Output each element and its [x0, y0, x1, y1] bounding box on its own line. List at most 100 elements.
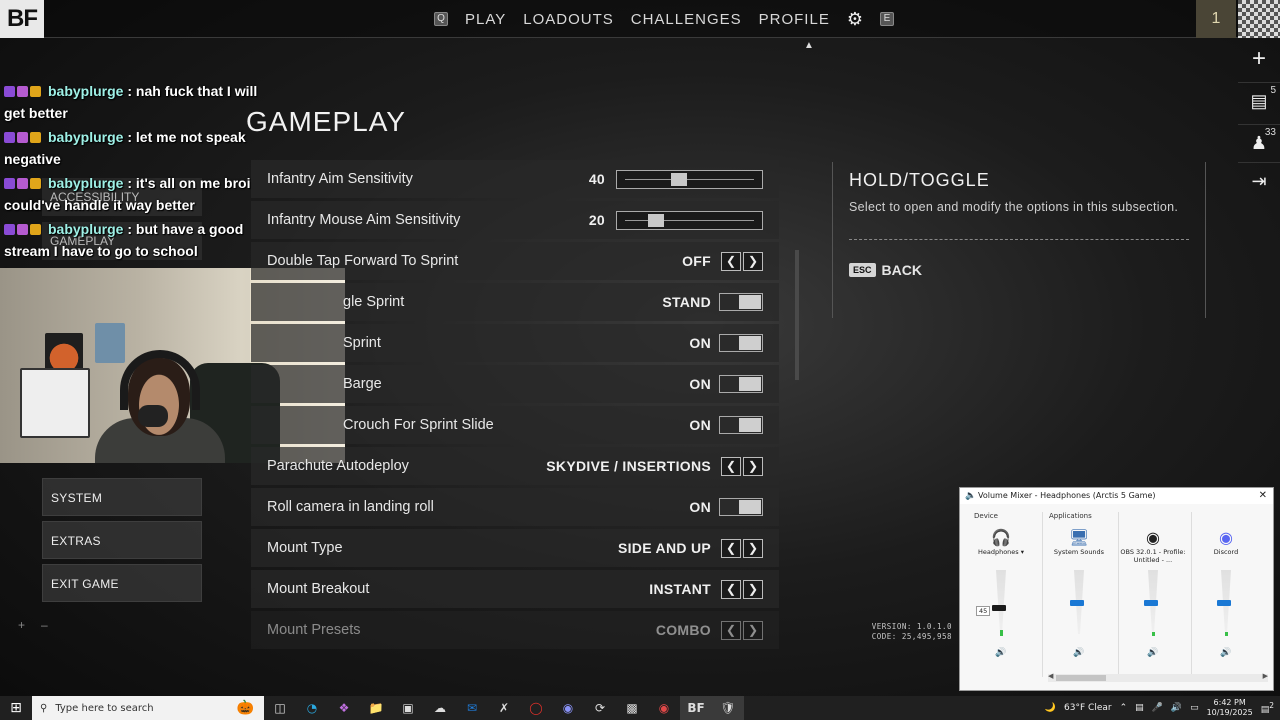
discord-volume-slider[interactable] — [1217, 570, 1233, 640]
chevron-left-icon[interactable]: ❮ — [721, 456, 741, 476]
obs-volume-slider[interactable] — [1144, 570, 1160, 640]
squad-icon[interactable]: ♟ 33 — [1238, 124, 1280, 162]
app-icon[interactable]: ◉ — [648, 696, 680, 720]
mute-discord-icon[interactable]: 🔊 — [1191, 648, 1261, 658]
app-icon[interactable]: ⟳ — [584, 696, 616, 720]
store-icon[interactable]: ▣ — [392, 696, 424, 720]
settings-scrollbar[interactable] — [795, 250, 799, 380]
nav-profile[interactable]: PROFILE — [759, 11, 830, 28]
device-name[interactable]: Headphones ▾ — [966, 548, 1036, 564]
scroll-right-icon[interactable]: ▶ — [1263, 672, 1268, 680]
battery-icon[interactable]: ▭ — [1190, 703, 1199, 713]
toggle-switch[interactable] — [719, 293, 763, 311]
mute-device-icon[interactable]: 🔊 — [966, 648, 1036, 658]
setting-label: Mount Presets — [267, 622, 361, 638]
nav-left-key: Q — [434, 12, 448, 26]
player-emblem[interactable] — [1238, 0, 1280, 38]
setting-row[interactable]: Crouch For Sprint Slide ON — [251, 406, 779, 444]
edge-icon[interactable]: ◔ — [296, 696, 328, 720]
sensitivity-slider[interactable] — [616, 210, 763, 230]
setting-row[interactable]: Mount Presets COMBO ❮ ❯ — [251, 611, 779, 649]
toggle-switch[interactable] — [719, 498, 763, 516]
chevron-right-icon[interactable]: ❯ — [743, 538, 763, 558]
setting-row[interactable]: gle Sprint STAND — [251, 283, 779, 321]
chevron-left-icon[interactable]: ❮ — [721, 251, 741, 271]
rank-badge[interactable]: 1 — [1196, 0, 1236, 38]
setting-row[interactable]: Mount Type SIDE AND UP ❮ ❯ — [251, 529, 779, 567]
sensitivity-slider[interactable] — [616, 169, 763, 189]
volume-icon[interactable]: 🔊 — [1171, 703, 1182, 713]
microphone-icon[interactable]: 🎤 — [1152, 703, 1163, 713]
windows-start-icon[interactable]: ⊞ — [0, 700, 32, 716]
setting-label: Parachute Autodeploy — [267, 458, 409, 474]
toggle-switch[interactable] — [719, 416, 763, 434]
slider-thumb[interactable] — [648, 213, 664, 227]
notifications-icon[interactable]: ▤2 — [1261, 701, 1274, 715]
mixer-horizontal-scrollbar[interactable]: ◀ ▶ — [1048, 672, 1268, 682]
app-icon[interactable]: ▩ — [616, 696, 648, 720]
setting-value: ON — [689, 417, 711, 433]
menu-extras[interactable]: EXTRAS — [42, 521, 202, 559]
nav-play[interactable]: PLAY — [465, 11, 506, 28]
opera-icon[interactable]: ◯ — [520, 696, 552, 720]
network-icon[interactable]: ▤ — [1135, 703, 1144, 713]
discord-taskbar-icon[interactable]: ◉ — [552, 696, 584, 720]
gear-icon[interactable]: ⚙ — [847, 9, 863, 30]
plus-icon[interactable]: + — [1238, 40, 1280, 78]
chevron-right-icon[interactable]: ❯ — [743, 456, 763, 476]
chevron-right-icon[interactable]: ❯ — [743, 579, 763, 599]
scroll-left-icon[interactable]: ◀ — [1048, 672, 1053, 680]
taskbar-search[interactable]: ⚲ Type here to search 🎃 — [32, 696, 264, 720]
volume-mixer-taskbar-icon[interactable]: 🛡 — [712, 696, 744, 720]
device-volume-slider[interactable] — [992, 570, 1008, 640]
close-icon[interactable]: ✕ — [1259, 488, 1267, 504]
setting-row[interactable]: Infantry Aim Sensitivity 40 — [251, 160, 779, 198]
mixer-app-channel: ◉ OBS 32.0.1 - Profile: Untitled - ... 🔊 — [1118, 528, 1188, 658]
chevron-right-icon[interactable]: ❯ — [743, 251, 763, 271]
exit-icon[interactable]: ⇥ — [1238, 162, 1280, 200]
device-volume-readout: 45 — [976, 606, 991, 616]
chevron-left-icon[interactable]: ❮ — [721, 620, 741, 640]
app-icon[interactable]: ☁ — [424, 696, 456, 720]
chevron-left-icon[interactable]: ❮ — [721, 538, 741, 558]
setting-value: ON — [689, 499, 711, 515]
device-section-label: Device — [974, 512, 998, 520]
setting-row[interactable]: Sprint ON — [251, 324, 779, 362]
chevron-left-icon[interactable]: ❮ — [721, 579, 741, 599]
tray-chevron-icon[interactable]: ⌃ — [1120, 703, 1128, 713]
inbox-icon[interactable]: ▤ 5 — [1238, 82, 1280, 120]
active-tab-caret-icon: ▲ — [804, 40, 814, 51]
weather-text[interactable]: 63°F Clear — [1064, 703, 1112, 713]
battlefield-taskbar-icon[interactable]: BF — [680, 696, 712, 720]
task-view-icon[interactable]: ◫ — [264, 696, 296, 720]
toggle-switch[interactable] — [719, 334, 763, 352]
menu-exit-game[interactable]: EXIT GAME — [42, 564, 202, 602]
outlook-icon[interactable]: ✉ — [456, 696, 488, 720]
nav-challenges[interactable]: CHALLENGES — [631, 11, 742, 28]
setting-label: Mount Type — [267, 540, 343, 556]
system-sounds-volume-slider[interactable] — [1070, 570, 1086, 640]
setting-row[interactable]: Barge ON — [251, 365, 779, 403]
slider-thumb[interactable] — [671, 172, 687, 186]
chevron-right-icon[interactable]: ❯ — [743, 620, 763, 640]
setting-row[interactable]: Mount Breakout INSTANT ❮ ❯ — [251, 570, 779, 608]
weather-icon: 🌙 — [1044, 703, 1057, 713]
chat-message: babyplurge : it's all on me broi could'v… — [4, 175, 251, 213]
mute-obs-icon[interactable]: 🔊 — [1118, 648, 1188, 658]
setting-row[interactable]: Roll camera in landing roll ON — [251, 488, 779, 526]
file-explorer-icon[interactable]: 📁 — [360, 696, 392, 720]
nav-loadouts[interactable]: LOADOUTS — [523, 11, 614, 28]
menu-system[interactable]: SYSTEM — [42, 478, 202, 516]
setting-row[interactable]: Double Tap Forward To Sprint OFF ❮ ❯ — [251, 242, 779, 280]
info-panel: HOLD/TOGGLE Select to open and modify th… — [832, 162, 1206, 318]
nav-right-key: E — [879, 12, 894, 26]
setting-value: OFF — [682, 253, 711, 269]
setting-row[interactable]: Parachute Autodeploy SKYDIVE / INSERTIONS… — [251, 447, 779, 485]
back-button[interactable]: ESC BACK — [849, 262, 1189, 278]
setting-row[interactable]: Infantry Mouse Aim Sensitivity 20 — [251, 201, 779, 239]
clock[interactable]: 6:42 PM 10/19/2025 — [1207, 698, 1253, 718]
app-icon[interactable]: ✗ — [488, 696, 520, 720]
mute-system-sounds-icon[interactable]: 🔊 — [1044, 648, 1114, 658]
toggle-switch[interactable] — [719, 375, 763, 393]
copilot-icon[interactable]: ❖ — [328, 696, 360, 720]
